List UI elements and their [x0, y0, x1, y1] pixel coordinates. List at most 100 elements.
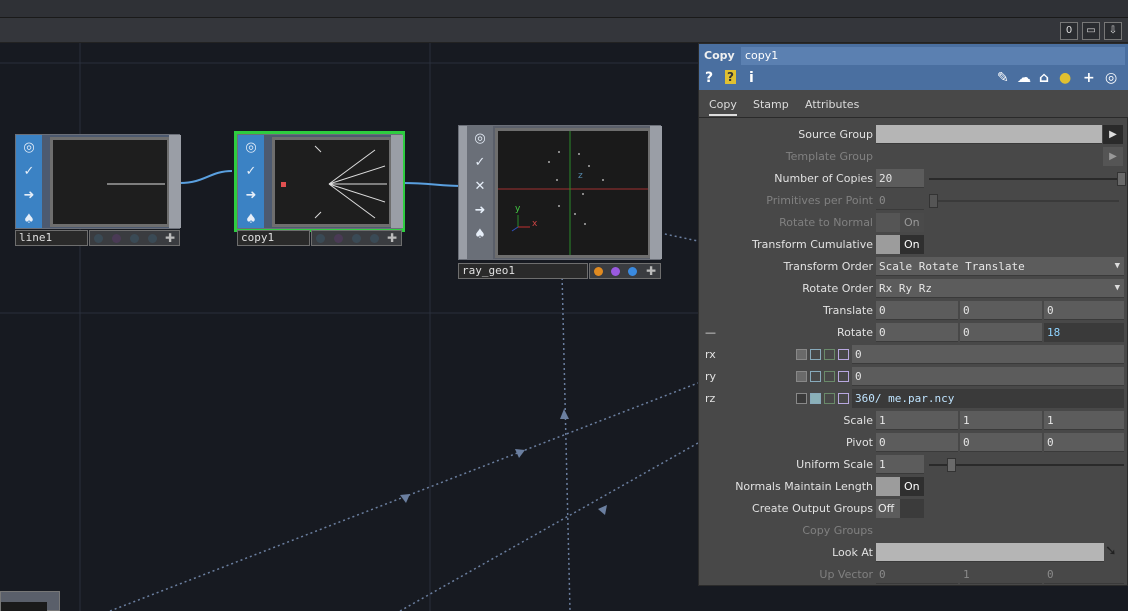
translate-y-field[interactable]: 0 — [960, 301, 1042, 320]
ry-field[interactable]: 0 — [852, 367, 1124, 386]
translate-z-field[interactable]: 0 — [1044, 301, 1124, 320]
pivot-y-field[interactable]: 0 — [960, 433, 1042, 452]
collapse-toggle[interactable]: — — [705, 326, 716, 339]
translate-x-field[interactable]: 0 — [876, 301, 958, 320]
output-connector[interactable] — [169, 135, 181, 228]
comment-icon[interactable]: ☁ — [1017, 70, 1031, 86]
scale-z-field[interactable]: 1 — [1044, 411, 1124, 430]
help-icon[interactable]: ? — [705, 70, 713, 86]
parameter-panel: Copy copy1 ? ? i ✎ ☁ ⌂ ● + ◎ Copy Stamp … — [698, 43, 1128, 586]
mode-bind-icon[interactable] — [838, 371, 849, 382]
pick-arrow-icon[interactable]: ➘ — [1105, 543, 1125, 562]
network-toolbar — [0, 18, 1128, 43]
python-help-icon[interactable]: ? — [725, 70, 736, 84]
number-of-copies-field[interactable]: 20 — [876, 169, 924, 188]
ray-geo1-node[interactable]: ◎ ✓ ✕ ➜ ♠ y z x — [458, 125, 662, 260]
display-flag-icon[interactable]: ♠ — [18, 210, 40, 230]
lock-flag-icon[interactable]: ✓ — [469, 153, 491, 173]
panel-icon-bar: ? ? i ✎ ☁ ⌂ ● + ◎ — [699, 68, 1128, 90]
source-group-field[interactable] — [876, 125, 1102, 144]
slider-knob[interactable] — [929, 194, 938, 208]
ray-geo1-label[interactable]: ray_geo1 — [458, 263, 588, 279]
add-icon[interactable]: + — [1083, 70, 1095, 86]
source-group-menu-button[interactable]: ▶ — [1103, 125, 1123, 144]
pivot-x-field[interactable]: 0 — [876, 433, 958, 452]
mode-constant-icon[interactable] — [796, 393, 807, 404]
up-vector-x-field[interactable]: 0 — [876, 565, 958, 584]
download-icon[interactable]: ⇩ — [1104, 22, 1122, 40]
zero-button[interactable]: 0 — [1060, 22, 1078, 40]
target-icon[interactable]: ◎ — [1105, 70, 1117, 86]
info-icon[interactable]: i — [749, 70, 754, 86]
look-at-field[interactable] — [876, 543, 1104, 562]
transform-cumulative-toggle[interactable]: On — [876, 235, 924, 254]
slider-knob[interactable] — [1117, 172, 1126, 186]
pivot-z-field[interactable]: 0 — [1044, 433, 1124, 452]
scale-x-field[interactable]: 1 — [876, 411, 958, 430]
line1-label[interactable]: line1 — [15, 230, 88, 246]
viewer-flag-icon[interactable]: ◎ — [469, 129, 491, 149]
template-group-menu-button[interactable]: ▶ — [1103, 147, 1123, 166]
python-icon[interactable]: ● — [1059, 70, 1071, 86]
line1-viewer-flags[interactable]: ✚ — [89, 230, 180, 246]
lock-flag-icon[interactable]: ✓ — [240, 162, 262, 182]
ray-geo1-viewer-flags[interactable]: ✚ — [589, 263, 661, 279]
mode-export-icon[interactable] — [824, 393, 835, 404]
uniform-scale-field[interactable]: 1 — [876, 455, 924, 474]
slider-knob[interactable] — [947, 458, 956, 472]
tag-icon[interactable]: ⌂ — [1039, 70, 1049, 86]
rotate-to-normal-toggle[interactable]: On — [876, 213, 924, 232]
copy1-label[interactable]: copy1 — [237, 230, 310, 246]
partial-node[interactable] — [0, 591, 60, 611]
mode-bind-icon[interactable] — [838, 349, 849, 360]
display-flag-icon[interactable]: ♠ — [469, 225, 491, 245]
param-rx: rx 0 — [699, 344, 1128, 366]
rotate-x-field[interactable]: 0 — [876, 323, 958, 342]
tab-stamp[interactable]: Stamp — [753, 98, 789, 111]
rz-expression-field[interactable]: 360/ me.par.ncy — [852, 389, 1124, 408]
bypass-flag-icon[interactable]: ✕ — [469, 177, 491, 197]
rotate-z-field[interactable]: 18 — [1044, 323, 1124, 342]
rotate-order-dropdown[interactable]: Rx Ry Rz ▼ — [876, 279, 1124, 298]
mode-export-icon[interactable] — [824, 371, 835, 382]
transform-order-dropdown[interactable]: Scale Rotate Translate ▼ — [876, 257, 1124, 276]
window-icon[interactable]: ▭ — [1082, 22, 1100, 40]
create-output-groups-toggle[interactable]: Off — [876, 499, 924, 518]
tab-attributes[interactable]: Attributes — [805, 98, 859, 111]
copy1-viewer-flags[interactable]: ✚ — [311, 230, 402, 246]
up-vector-y-field[interactable]: 1 — [960, 565, 1042, 584]
copy1-node[interactable]: ◎ ✓ ➜ ♠ — [234, 131, 405, 232]
bypass-flag-icon[interactable]: ➜ — [240, 186, 262, 206]
mode-bind-icon[interactable] — [838, 393, 849, 404]
output-connector[interactable] — [650, 126, 662, 259]
uniform-scale-slider[interactable] — [929, 464, 1124, 466]
primitives-per-point-slider[interactable] — [929, 200, 1119, 202]
scale-y-field[interactable]: 1 — [960, 411, 1042, 430]
lock-flag-icon[interactable]: ✓ — [18, 162, 40, 182]
primitives-per-point-field[interactable]: 0 — [876, 191, 924, 210]
pencil-icon[interactable]: ✎ — [997, 70, 1009, 86]
mode-constant-icon[interactable] — [796, 349, 807, 360]
plus-icon[interactable]: ✚ — [646, 264, 656, 278]
bypass-flag-icon[interactable]: ➜ — [18, 186, 40, 206]
line1-node[interactable]: ◎ ✓ ➜ ♠ — [15, 134, 181, 230]
mode-expression-icon[interactable] — [810, 393, 821, 404]
plus-icon[interactable]: ✚ — [165, 231, 175, 245]
number-of-copies-slider[interactable] — [929, 178, 1119, 180]
mode-expression-icon[interactable] — [810, 349, 821, 360]
mode-export-icon[interactable] — [824, 349, 835, 360]
output-connector[interactable] — [391, 135, 403, 228]
normals-maintain-length-toggle[interactable]: On — [876, 477, 924, 496]
viewer-flag-icon[interactable]: ◎ — [18, 138, 40, 158]
rx-field[interactable]: 0 — [852, 345, 1124, 364]
op-name-field[interactable]: copy1 — [741, 47, 1125, 65]
rotate-y-field[interactable]: 0 — [960, 323, 1042, 342]
up-vector-z-field[interactable]: 0 — [1044, 565, 1124, 584]
plus-icon[interactable]: ✚ — [387, 231, 397, 245]
tab-copy[interactable]: Copy — [709, 98, 737, 116]
render-flag-icon[interactable]: ➜ — [469, 201, 491, 221]
mode-constant-icon[interactable] — [796, 371, 807, 382]
viewer-flag-icon[interactable]: ◎ — [240, 138, 262, 158]
display-flag-icon[interactable]: ♠ — [240, 210, 262, 230]
mode-expression-icon[interactable] — [810, 371, 821, 382]
